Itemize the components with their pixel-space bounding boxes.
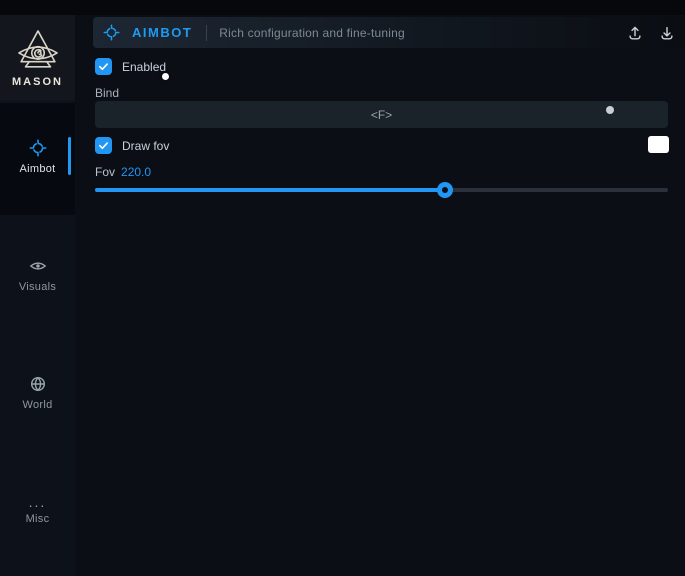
sidebar-item-label: Misc	[26, 513, 50, 525]
draw-fov-row: Draw fov	[95, 137, 169, 154]
fov-slider-thumb[interactable]	[437, 182, 453, 198]
sidebar: MASON Aimbot Visuals World	[0, 15, 75, 576]
eye-icon	[29, 257, 47, 275]
sidebar-item-label: Aimbot	[19, 163, 55, 175]
fov-label: Fov	[95, 165, 115, 179]
fov-label-row: Fov 220.0	[95, 165, 151, 179]
enabled-label: Enabled	[122, 60, 166, 74]
logo-block: MASON	[0, 15, 75, 101]
mouse-cursor-dot	[162, 73, 169, 80]
mason-pyramid-eye-logo-icon	[14, 28, 62, 72]
enabled-row: Enabled	[95, 58, 166, 75]
header-actions	[627, 25, 675, 41]
sidebar-item-label: World	[22, 399, 52, 411]
bind-label: Bind	[95, 86, 119, 100]
sidebar-item-visuals[interactable]: Visuals	[0, 257, 75, 293]
check-icon	[98, 140, 109, 151]
mason-app-window: MASON Aimbot Visuals World	[0, 0, 685, 576]
check-icon	[98, 61, 109, 72]
page-title: AIMBOT	[132, 25, 192, 40]
crosshair-icon	[29, 139, 47, 157]
bind-key-input[interactable]	[95, 101, 668, 128]
sidebar-item-aimbot[interactable]: Aimbot	[0, 139, 75, 175]
fov-slider-fill	[95, 188, 445, 192]
fov-slider[interactable]	[95, 188, 668, 192]
draw-fov-label: Draw fov	[122, 139, 169, 153]
small-gray-dot	[606, 106, 614, 114]
main-content: AIMBOT Rich configuration and fine-tunin…	[75, 15, 685, 576]
window-top-strip	[0, 0, 685, 15]
crosshair-icon	[103, 24, 120, 41]
enabled-checkbox[interactable]	[95, 58, 112, 75]
sidebar-item-misc[interactable]: ... Misc	[0, 497, 75, 525]
header-divider	[206, 25, 207, 41]
sidebar-item-world[interactable]: World	[0, 375, 75, 411]
globe-icon	[29, 375, 47, 393]
fov-value: 220.0	[121, 165, 151, 179]
download-icon[interactable]	[659, 25, 675, 41]
brand-name: MASON	[12, 76, 63, 88]
page-subtitle: Rich configuration and fine-tuning	[219, 26, 405, 40]
sidebar-item-label: Visuals	[19, 281, 56, 293]
fov-color-swatch[interactable]	[648, 136, 669, 153]
upload-icon[interactable]	[627, 25, 643, 41]
ellipsis-icon: ...	[29, 497, 47, 507]
draw-fov-checkbox[interactable]	[95, 137, 112, 154]
section-header: AIMBOT Rich configuration and fine-tunin…	[93, 17, 685, 48]
